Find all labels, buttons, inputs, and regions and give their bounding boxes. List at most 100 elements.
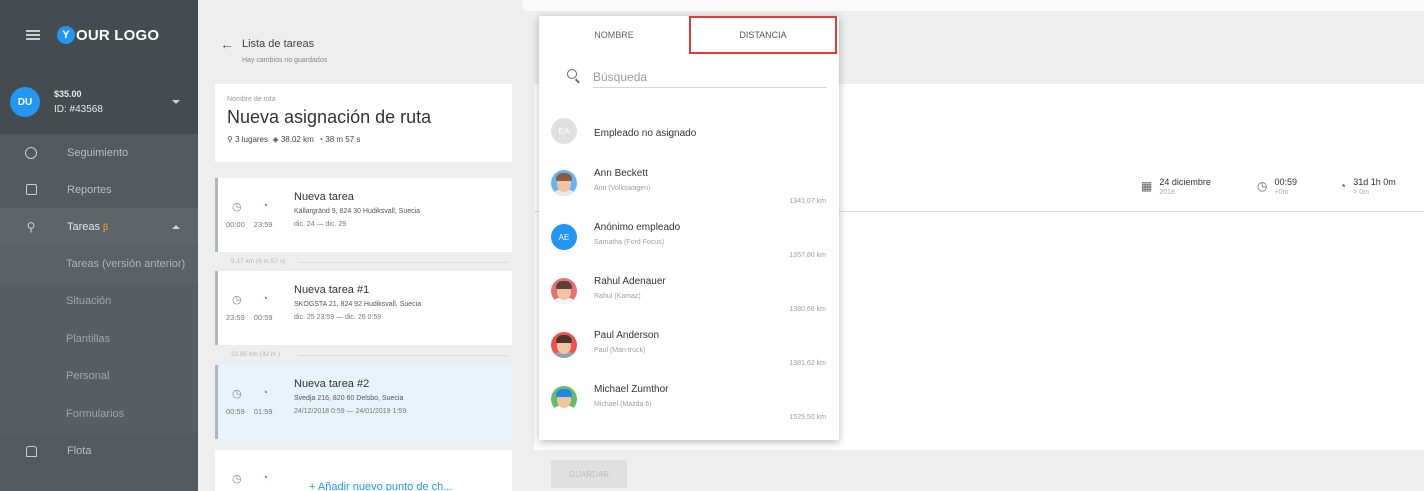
avatar [551, 386, 577, 412]
user-info: $35.00 ID: #43568 [54, 87, 103, 117]
tab-nombre[interactable]: NOMBRE [539, 16, 689, 54]
task-list-panel: ← Lista de tareas Hay cambios no guardad… [198, 0, 523, 491]
task-icons: ◷ ◔ [232, 293, 268, 306]
sidebar-subitem-personal[interactable]: Personal [0, 357, 198, 395]
sidebar-item-tareas[interactable]: ⚲ Tareas β [0, 208, 198, 245]
task-card-selected[interactable]: ◷ ◔ 00:59 01:59 Nueva tarea #2 Svedja 216,… [215, 365, 512, 439]
task-dates: dic. 25 23:59 — dic. 26 0:59 [294, 314, 382, 321]
employee-distance: 1341,07 km [789, 198, 826, 205]
page-title: Lista de tareas [242, 38, 315, 50]
sidebar-subitem-tareas-anterior[interactable]: Tareas (versión anterior) [0, 245, 198, 283]
pin-icon: ⚲ [227, 135, 233, 144]
duration-meta[interactable]: ◔ 31d 1h 0m > 0m [1339, 177, 1396, 196]
meta-duration-sub: > 0m [1353, 189, 1370, 196]
subitem-label: Tareas (versión anterior) [66, 257, 186, 270]
main-top-bar [523, 0, 1424, 11]
route-name-label: Nombre de ruta [227, 96, 276, 103]
route-distance: 38.02 km [280, 135, 314, 144]
employee-distance: 1357,80 km [789, 252, 826, 259]
task-name: Nueva tarea #1 [294, 284, 370, 296]
meta-time-sub: +0m [1274, 189, 1289, 196]
subitem-label: Situación [66, 295, 112, 308]
task-icons: ◷ ◔ [232, 200, 268, 213]
avatar: AE [551, 224, 577, 250]
task-name: Nueva tarea #2 [294, 378, 370, 390]
employee-item[interactable]: AE Anónimo empleado Samatha (Ford Focus)… [539, 214, 839, 270]
sidebar-item-seguimiento[interactable]: Seguimiento [0, 134, 198, 171]
employee-vehicle: Ann (Volkswagen) [594, 185, 651, 192]
employee-distance: 1381,62 km [789, 360, 826, 367]
avatar: DU [10, 87, 40, 117]
task-dates: 24/12/2018 0:59 — 24/01/2019 1:59 [294, 408, 407, 415]
clock-icon: ◷ [232, 388, 242, 400]
route-distance-icon: ◈ [270, 135, 279, 144]
employee-vehicle: Michael (Mazda 6) [594, 401, 652, 408]
hamburger-menu-icon[interactable] [26, 30, 40, 40]
chevron-down-icon[interactable] [172, 100, 180, 104]
timer-icon: ◔ [316, 135, 324, 144]
back-arrow-icon[interactable]: ← [220, 36, 234, 52]
task-time-end: 23:59 [253, 220, 273, 229]
employee-distance: 1525,50 km [789, 414, 826, 421]
save-button[interactable]: GUARDAR [551, 460, 627, 488]
sidebar-subitem-situacion[interactable]: Situación [0, 282, 198, 320]
assignee-dropdown: NOMBRE DISTANCIA EA Empleado no asignado… [539, 16, 839, 440]
sidebar: Y OUR LOGO DU $35.00 ID: #43568 Seguimie… [0, 0, 198, 491]
sidebar-subitem-formularios[interactable]: Formularios [0, 395, 198, 433]
subitem-label: Formularios [66, 407, 125, 420]
avatar [551, 170, 577, 196]
timer-icon: ◔ [261, 472, 269, 484]
segment-line [298, 355, 508, 356]
meta-year: 2018 [1159, 189, 1175, 196]
add-checkpoint-link[interactable]: + Añadir nuevo punto de ch... [309, 481, 452, 491]
employee-item[interactable]: EA Empleado no asignado [539, 108, 839, 164]
task-times: 23:59 00:59 [226, 313, 273, 322]
employee-item[interactable]: Paul Anderson Paul (Man truck) 1381,62 k… [539, 322, 839, 378]
employee-name: Rahul Adenauer [594, 276, 666, 287]
unsaved-notice: Hay cambios no guardados [242, 57, 328, 64]
route-duration: 38 m 57 s [325, 135, 361, 144]
employee-name: Anónimo empleado [594, 222, 681, 233]
timer-icon: ◔ [1339, 179, 1347, 193]
avatar [551, 278, 577, 304]
employee-item[interactable]: Ann Beckett Ann (Volkswagen) 1341,07 km [539, 160, 839, 216]
route-places: 3 lugares [235, 135, 269, 144]
pin-icon: ⚲ [26, 219, 36, 234]
employee-item[interactable]: Michael Zumthor Michael (Mazda 6) 1525,5… [539, 376, 839, 432]
clock-icon: ◷ [1257, 179, 1268, 193]
user-balance: $35.00 [54, 89, 82, 99]
segment-line [298, 262, 508, 263]
timer-icon: ◔ [261, 387, 269, 399]
task-dates: dic. 24 — dic. 29 [294, 221, 347, 228]
task-card[interactable]: ◷ ◔ 00:00 23:59 Nueva tarea Källargränd 9,… [215, 178, 512, 252]
add-point-icons: ◷ ◔ [232, 472, 268, 485]
time-meta[interactable]: ◷ 00:59 +0m [1257, 177, 1297, 196]
clock-icon: ◷ [232, 294, 242, 306]
user-account[interactable]: DU $35.00 ID: #43568 [0, 70, 198, 134]
chevron-up-icon[interactable] [172, 224, 180, 229]
date-meta[interactable]: ▦ 24 diciembre 2018 [1141, 177, 1211, 196]
task-time-end: 01:59 [253, 407, 273, 416]
sidebar-subitem-plantillas[interactable]: Plantillas [0, 320, 198, 358]
meta-date: 24 diciembre [1159, 177, 1211, 187]
task-address: Svedja 216, 820 60 Delsbo, Suecia [294, 395, 404, 402]
employee-name: Ann Beckett [594, 168, 648, 179]
employee-name: Paul Anderson [594, 330, 660, 341]
employee-vehicle: Samatha (Ford Focus) [594, 239, 665, 246]
employee-vehicle: Paul (Man truck) [594, 347, 646, 354]
employee-item[interactable]: Rahul Adenauer Rahul (Kamaz) 1380,66 km [539, 268, 839, 324]
sidebar-item-label: Seguimiento [67, 146, 129, 159]
logo[interactable]: Y OUR LOGO [57, 26, 159, 44]
calendar-icon: ▦ [1141, 179, 1153, 193]
employee-distance: 1380,66 km [789, 306, 826, 313]
tab-distancia[interactable]: DISTANCIA [689, 16, 837, 54]
task-card[interactable]: ◷ ◔ 23:59 00:59 Nueva tarea #1 SKOGSTA 21,… [215, 271, 512, 345]
search-input[interactable] [593, 66, 827, 88]
add-point-card: ◷ ◔ + Añadir nuevo punto de ch... [215, 450, 512, 491]
sidebar-item-flota[interactable]: Flota [0, 433, 198, 470]
task-times: 00:00 23:59 [226, 220, 273, 229]
route-name[interactable]: Nueva asignación de ruta [227, 107, 500, 128]
meta-time: 00:59 [1274, 177, 1298, 187]
sidebar-item-reportes[interactable]: Reportes [0, 171, 198, 208]
sidebar-nav: Seguimiento Reportes ⚲ Tareas β Tareas (… [0, 134, 198, 470]
